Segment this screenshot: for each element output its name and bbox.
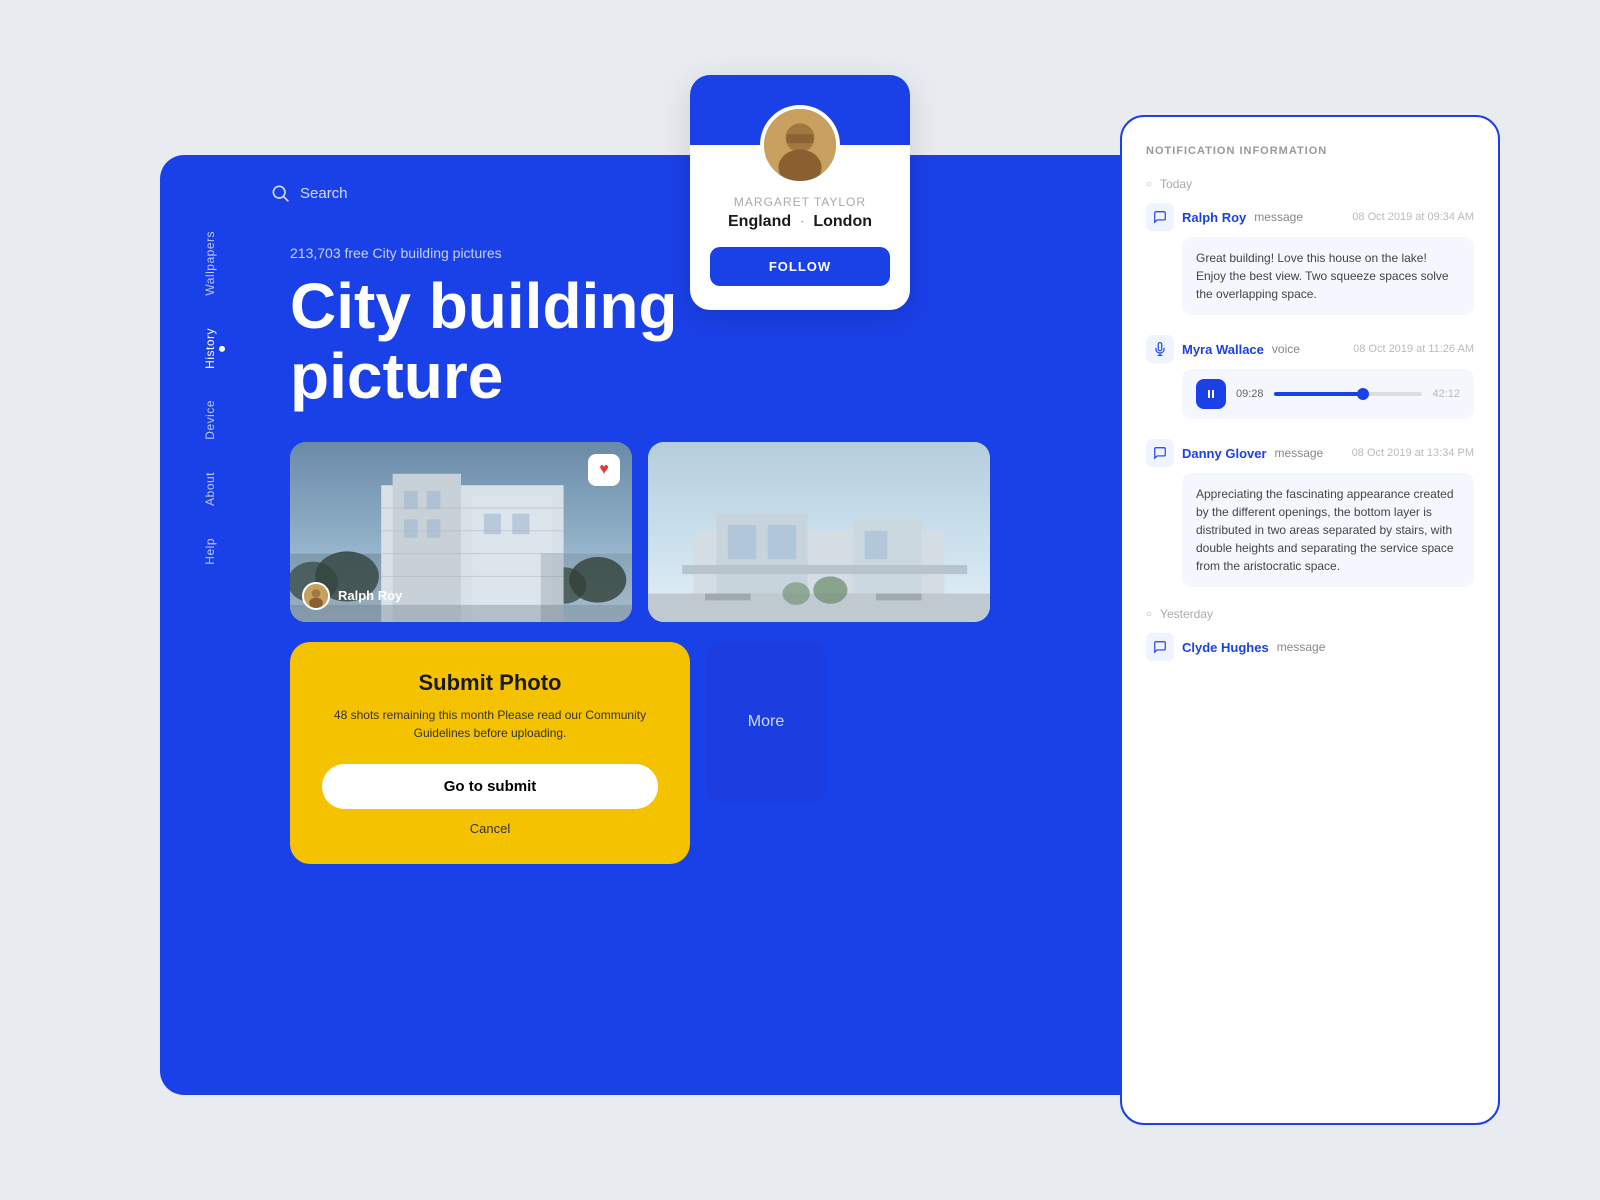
heart-badge-1[interactable]: ♥ [588, 454, 620, 486]
profile-popup: MARGARET TAYLOR England · London FOLLOW [690, 75, 910, 310]
follow-button[interactable]: FOLLOW [710, 247, 890, 286]
voice-time-start: 09:28 [1236, 388, 1264, 400]
notif-sender-row-clyde: Clyde Hughes message [1146, 633, 1474, 661]
notif-date-myra: 08 Oct 2019 at 11:26 AM [1353, 343, 1474, 355]
notif-sender-row-danny: Danny Glover message 08 Oct 2019 at 13:3… [1146, 439, 1474, 467]
photo-card-2[interactable] [648, 442, 990, 622]
notification-header: NOTIFICATION INFORMATION [1146, 145, 1474, 157]
notif-type-myra: voice [1272, 342, 1300, 356]
voice-progress-thumb [1357, 388, 1369, 400]
notification-item-danny[interactable]: Danny Glover message 08 Oct 2019 at 13:3… [1146, 439, 1474, 587]
sidebar-item-about[interactable]: About [203, 456, 217, 522]
notif-type-danny: message [1275, 446, 1324, 460]
message-icon-ralph [1146, 203, 1174, 231]
notif-type-clyde: message [1277, 640, 1326, 654]
user-badge-1: Ralph Roy [302, 582, 402, 610]
notification-panel: NOTIFICATION INFORMATION Today Ralph Roy… [1120, 115, 1500, 1125]
submit-description: 48 shots remaining this month Please rea… [322, 706, 658, 742]
user-name-ralph: Ralph Roy [338, 588, 402, 603]
user-avatar-ralph [302, 582, 330, 610]
message-icon-danny [1146, 439, 1174, 467]
notif-type-ralph: message [1254, 210, 1303, 224]
notif-sender-ralph: Ralph Roy [1182, 210, 1246, 225]
sidebar-item-device[interactable]: Device [203, 384, 217, 456]
heart-icon: ♥ [599, 461, 609, 479]
notif-sender-row-ralph: Ralph Roy message 08 Oct 2019 at 09:34 A… [1146, 203, 1474, 231]
submit-title: Submit Photo [322, 670, 658, 696]
bottom-row: Submit Photo 48 shots remaining this mon… [290, 642, 990, 864]
go-to-submit-button[interactable]: Go to submit [322, 764, 658, 809]
sidebar-item-help[interactable]: Help [203, 522, 217, 581]
notification-item-ralph[interactable]: Ralph Roy message 08 Oct 2019 at 09:34 A… [1146, 203, 1474, 315]
content-area: 213,703 free City building pictures City… [260, 225, 1020, 1095]
message-icon-clyde [1146, 633, 1174, 661]
sidebar: Wallpapers History Device About Help [160, 155, 260, 1095]
notif-content-danny: Appreciating the fascinating appearance … [1182, 473, 1474, 587]
search-icon [270, 183, 290, 203]
sidebar-item-wallpapers[interactable]: Wallpapers [203, 215, 217, 312]
voice-player-myra[interactable]: 09:28 42:12 [1182, 369, 1474, 419]
profile-name: MARGARET TAYLOR [710, 195, 890, 209]
notif-content-ralph: Great building! Love this house on the l… [1182, 237, 1474, 315]
notification-item-clyde[interactable]: Clyde Hughes message [1146, 633, 1474, 661]
notif-date-danny: 08 Oct 2019 at 13:34 PM [1352, 447, 1474, 459]
notif-date-ralph: 08 Oct 2019 at 09:34 AM [1352, 211, 1474, 223]
profile-avatar [760, 105, 840, 185]
profile-location: England · London [710, 213, 890, 231]
photo-card-1[interactable]: ♥ Ralph Roy [290, 442, 632, 622]
submit-card: Submit Photo 48 shots remaining this mon… [290, 642, 690, 864]
pause-button-myra[interactable] [1196, 379, 1226, 409]
voice-progress-bar[interactable] [1274, 392, 1423, 396]
search-label: Search [300, 185, 348, 202]
notif-sender-danny: Danny Glover [1182, 446, 1267, 461]
sidebar-item-history[interactable]: History [203, 312, 217, 385]
more-button[interactable]: More [706, 642, 826, 802]
notif-sender-myra: Myra Wallace [1182, 342, 1264, 357]
notification-item-myra[interactable]: Myra Wallace voice 08 Oct 2019 at 11:26 … [1146, 335, 1474, 419]
voice-progress-fill [1274, 392, 1363, 396]
cancel-link[interactable]: Cancel [322, 821, 658, 836]
voice-icon-myra [1146, 335, 1174, 363]
building-silhouette-2 [648, 442, 990, 622]
search-bar[interactable]: Search [270, 183, 348, 203]
photo-grid: ♥ Ralph Roy [290, 442, 990, 622]
notif-sender-clyde: Clyde Hughes [1182, 640, 1269, 655]
today-label: Today [1146, 177, 1474, 191]
voice-time-end: 42:12 [1432, 388, 1460, 400]
yesterday-label: Yesterday [1146, 607, 1474, 621]
notif-sender-row-myra: Myra Wallace voice 08 Oct 2019 at 11:26 … [1146, 335, 1474, 363]
